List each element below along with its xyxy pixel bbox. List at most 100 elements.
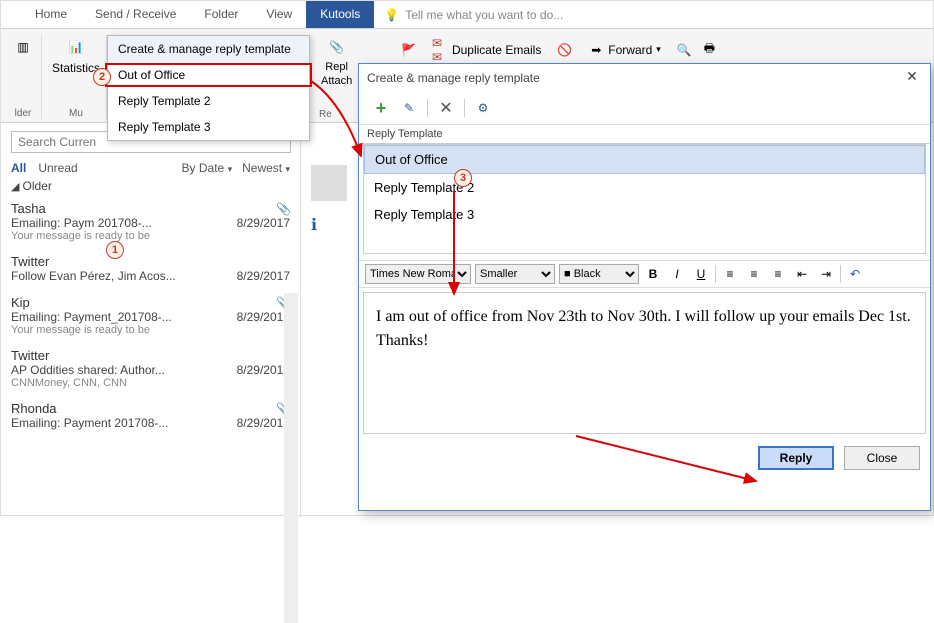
font-family-select[interactable]: Times New Roman (365, 264, 471, 284)
message-item[interactable]: Twitter AP Oddities shared: Author...8/2… (1, 342, 300, 395)
pane-icon[interactable]: ▥ (11, 35, 35, 59)
tab-view[interactable]: View (252, 1, 306, 28)
message-subject: Follow Evan Pérez, Jim Acos... (11, 269, 227, 283)
callout-1: 1 (106, 241, 124, 259)
duplicate-icon: ✉✉ (432, 42, 448, 58)
reply-attach-button[interactable]: 📎 Repl Attach (321, 35, 352, 87)
tab-kutools[interactable]: Kutools (306, 1, 374, 28)
message-subject: Emailing: Payment_201708-... (11, 310, 227, 324)
tab-home[interactable]: Home (21, 1, 81, 28)
attach-label: Attach (321, 75, 352, 87)
message-from: Twitter (11, 348, 276, 363)
statistics-button[interactable]: 📊 Statistics (52, 35, 100, 75)
chevron-down-icon: ▾ (228, 164, 233, 174)
group-label-mu: Mu (69, 108, 83, 119)
modal-title-label: Create & manage reply template (367, 71, 540, 85)
sort-newest[interactable]: Newest ▾ (242, 161, 290, 175)
view-bar: All Unread By Date ▾ Newest ▾ (1, 157, 300, 177)
ribbon-tabs: Home Send / Receive Folder View Kutools … (1, 1, 933, 29)
tab-send-receive[interactable]: Send / Receive (81, 1, 190, 28)
message-from: Rhonda (11, 401, 276, 416)
filter-all[interactable]: All (11, 161, 26, 175)
duplicate-label: Duplicate Emails (452, 43, 541, 57)
message-preview: Your message is ready to be (11, 324, 290, 336)
message-date: 8/29/2017 (227, 310, 290, 324)
modal-toolbar: + ✎ ✕ ⚙ (359, 92, 930, 124)
group-older[interactable]: ◢ Older (1, 177, 300, 195)
delete-button[interactable]: ✕ (434, 96, 458, 120)
message-item[interactable]: Twitter Follow Evan Pérez, Jim Acos...8/… (1, 248, 300, 289)
sort-by-date[interactable]: By Date ▾ (182, 161, 233, 175)
forward-label: Forward (608, 43, 652, 57)
message-subject: AP Oddities shared: Author... (11, 363, 227, 377)
info-icon: ℹ (311, 215, 317, 235)
align-center-button[interactable]: ≡ (744, 264, 764, 284)
modal-titlebar: Create & manage reply template ✕ (359, 64, 930, 92)
template-list-header: Reply Template (359, 124, 930, 144)
message-date: 8/29/2017 (227, 269, 290, 283)
message-date: 8/29/2017 (227, 363, 290, 377)
block-icon[interactable]: 🚫 (557, 43, 572, 57)
annotation-box-2 (105, 63, 312, 87)
message-item[interactable]: Rhonda📎 Emailing: Payment 201708-...8/29… (1, 395, 300, 436)
add-button[interactable]: + (369, 96, 393, 120)
close-button[interactable]: Close (844, 446, 920, 470)
reply-attach-icon: 📎 (325, 35, 349, 59)
font-color-select[interactable]: ■ Black (559, 264, 639, 284)
chart-icon: 📊 (64, 35, 88, 59)
tell-me-label: Tell me what you want to do... (405, 8, 563, 22)
format-toolbar: Times New Roman Smaller ■ Black B I U ≡ … (359, 260, 930, 288)
lightbulb-icon: 💡 (384, 8, 399, 22)
message-from: Kip (11, 295, 276, 310)
font-size-select[interactable]: Smaller (475, 264, 555, 284)
settings-button[interactable]: ⚙ (471, 96, 495, 120)
print-icon[interactable]: 🖶 (704, 39, 715, 60)
message-from: Tasha (11, 201, 276, 216)
close-icon[interactable]: ✕ (902, 68, 922, 88)
filter-unread[interactable]: Unread (38, 161, 77, 175)
paperclip-icon: 📎 (276, 202, 290, 216)
align-right-button[interactable]: ≡ (768, 264, 788, 284)
message-item[interactable]: Kip📎 Emailing: Payment_201708-...8/29/20… (1, 289, 300, 342)
message-preview: Your message is ready to be (11, 230, 290, 242)
flag-icon[interactable]: 🚩 (401, 43, 416, 57)
group-left-1: ▥ lder (5, 35, 42, 119)
dd-template-2[interactable]: Reply Template 2 (108, 88, 309, 114)
forward-button[interactable]: ➡ Forward ▾ (584, 40, 665, 60)
tell-me[interactable]: 💡 Tell me what you want to do... (374, 1, 573, 28)
callout-2: 2 (93, 68, 111, 86)
template-item-2[interactable]: Reply Template 2 (364, 174, 925, 201)
underline-button[interactable]: U (691, 264, 711, 284)
edit-button[interactable]: ✎ (397, 96, 421, 120)
tab-folder[interactable]: Folder (190, 1, 252, 28)
callout-3: 3 (454, 169, 472, 187)
indent-button[interactable]: ⇥ (816, 264, 836, 284)
template-item-3[interactable]: Reply Template 3 (364, 201, 925, 228)
message-subject: Emailing: Payment 201708-... (11, 416, 227, 430)
reply-button[interactable]: Reply (758, 446, 834, 470)
message-item[interactable]: Tasha📎 Emailing: Paym 201708-...8/29/201… (1, 195, 300, 248)
message-list: Tasha📎 Emailing: Paym 201708-...8/29/201… (1, 195, 300, 436)
avatar (311, 165, 347, 201)
dd-template-3[interactable]: Reply Template 3 (108, 114, 309, 140)
dd-create-template[interactable]: Create & manage reply template (108, 36, 309, 62)
forward-icon: ➡ (588, 42, 604, 58)
group-label-re: Re (319, 109, 332, 120)
outdent-button[interactable]: ⇤ (792, 264, 812, 284)
message-date: 8/29/2017 (227, 416, 290, 430)
bold-button[interactable]: B (643, 264, 663, 284)
scrollbar[interactable] (284, 293, 298, 623)
undo-button[interactable]: ↶ (845, 264, 865, 284)
align-left-button[interactable]: ≡ (720, 264, 740, 284)
message-list-pane: All Unread By Date ▾ Newest ▾ ◢ Older Ta… (1, 125, 301, 517)
modal-footer: Reply Close (359, 438, 930, 478)
template-editor[interactable]: I am out of office from Nov 23th to Nov … (363, 292, 926, 434)
italic-button[interactable]: I (667, 264, 687, 284)
message-subject: Emailing: Paym 201708-... (11, 216, 227, 230)
template-item-out-of-office[interactable]: Out of Office (364, 145, 925, 174)
repl-label: Repl (325, 61, 348, 73)
message-date: 8/29/2017 (227, 216, 290, 230)
message-from: Twitter (11, 254, 276, 269)
duplicate-emails-button[interactable]: ✉✉ Duplicate Emails (428, 40, 545, 60)
search-icon[interactable]: 🔍 (677, 43, 692, 57)
